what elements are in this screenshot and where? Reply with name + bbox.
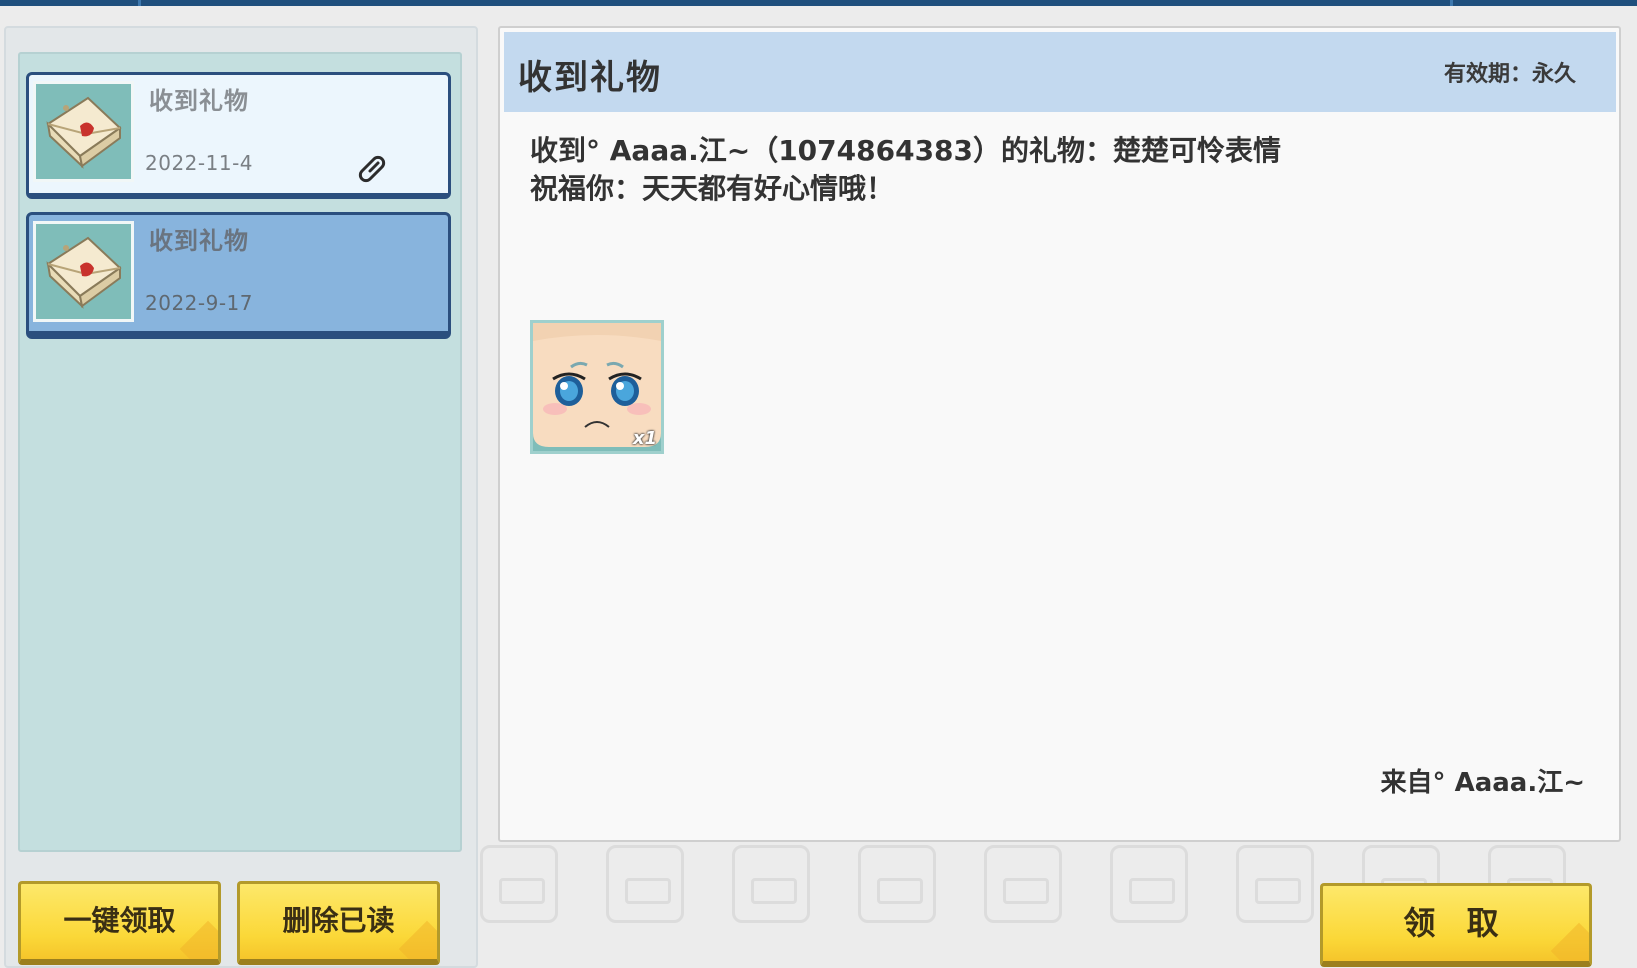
top-bar-divider	[1450, 0, 1453, 6]
mail-item[interactable]: 收到礼物 2022-9-17	[26, 212, 451, 339]
validity-label: 有效期：永久	[1443, 62, 1576, 87]
mail-body-line: 祝福你：天天都有好心情哦！	[530, 172, 895, 205]
cube-character-icon	[606, 845, 684, 923]
mail-body: 收到° Aaaa.江~（1074864383）的礼物：楚楚可怜表情 祝福你：天天…	[530, 132, 1281, 208]
gift-attachment[interactable]: x1	[530, 320, 664, 454]
sender-label: 来自° Aaaa.江~	[1380, 768, 1585, 798]
attachment-icon	[358, 155, 386, 183]
envelope-icon	[33, 81, 134, 182]
detail-title: 收到礼物	[518, 58, 662, 98]
mail-item-date: 2022-9-17	[145, 291, 254, 315]
mail-item-date: 2022-11-4	[145, 151, 254, 175]
cube-character-icon	[984, 845, 1062, 923]
cube-character-icon	[1236, 845, 1314, 923]
mail-item-title: 收到礼物	[149, 87, 249, 115]
cube-character-icon	[858, 845, 936, 923]
detail-header: 收到礼物 有效期：永久	[504, 32, 1616, 112]
mail-detail-panel: 收到礼物 有效期：永久 收到° Aaaa.江~（1074864383）的礼物：楚…	[498, 26, 1621, 842]
envelope-icon	[33, 221, 134, 322]
top-bar-divider	[138, 0, 141, 6]
claim-all-button[interactable]: 一键领取	[18, 881, 221, 965]
mail-list[interactable]: 收到礼物 2022-11-4 收到礼物 2022-9-17	[18, 52, 462, 852]
mail-item[interactable]: 收到礼物 2022-11-4	[26, 72, 451, 199]
cube-character-icon	[480, 845, 558, 923]
top-bar	[0, 0, 1637, 6]
delete-read-button[interactable]: 删除已读	[237, 881, 440, 965]
cube-character-icon	[732, 845, 810, 923]
claim-button[interactable]: 领 取	[1320, 883, 1592, 967]
mail-body-line: 收到° Aaaa.江~（1074864383）的礼物：楚楚可怜表情	[530, 134, 1282, 167]
mail-item-title: 收到礼物	[149, 227, 249, 255]
gift-count: x1	[632, 428, 657, 449]
cube-character-icon	[1110, 845, 1188, 923]
